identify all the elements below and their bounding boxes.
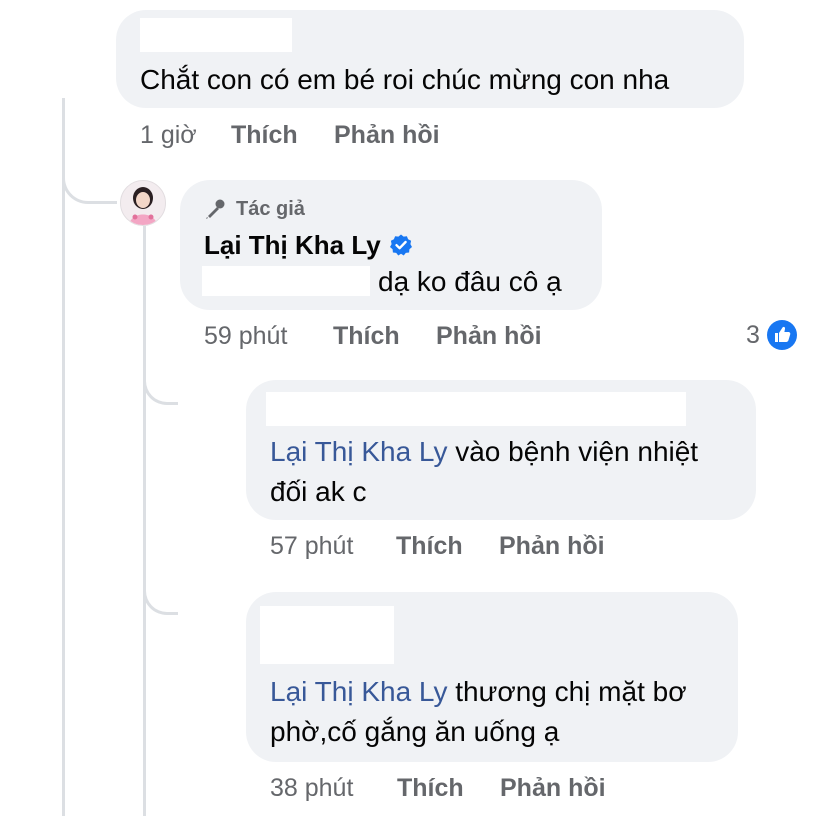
reply-bubble[interactable]: Lại Thị Kha Ly thương chị mặt bơ phờ,cố … <box>246 592 738 762</box>
redacted-mention <box>202 266 370 296</box>
author-name[interactable]: Lại Thị Kha Ly <box>204 229 381 261</box>
avatar[interactable] <box>120 180 166 226</box>
microphone-icon <box>206 199 225 219</box>
reply-reply-button[interactable]: Phản hồi <box>500 773 606 803</box>
reply-text-line-1: Lại Thị Kha Ly vào bệnh viện nhiệt <box>270 432 698 472</box>
reply-text: vào bệnh viện nhiệt <box>447 436 699 467</box>
verified-badge-icon <box>389 234 412 256</box>
author-badge: Tác giả <box>204 196 305 222</box>
avatar-image <box>121 181 165 225</box>
author-reply-bubble[interactable]: Tác giả Lại Thị Kha Ly dạ ko đâu cô ạ <box>180 180 602 310</box>
like-button[interactable]: Thích <box>231 120 298 150</box>
reply-like-button[interactable]: Thích <box>396 531 463 561</box>
reaction-summary[interactable]: 3 <box>746 318 798 352</box>
reply-like-button[interactable]: Thích <box>397 773 464 803</box>
reply-time[interactable]: 57 phút <box>270 531 353 561</box>
reply-text-line-1: Lại Thị Kha Ly thương chị mặt bơ <box>270 672 687 712</box>
author-reply-time[interactable]: 59 phút <box>204 321 287 351</box>
author-badge-label: Tác giả <box>236 198 305 220</box>
thread-connector-author <box>62 165 117 204</box>
author-reply-like-button[interactable]: Thích <box>333 321 400 351</box>
redacted-commenter-name <box>266 392 686 426</box>
mention-link[interactable]: Lại Thị Kha Ly <box>270 676 447 707</box>
reply-time[interactable]: 38 phút <box>270 773 353 803</box>
comment-bubble[interactable]: Chắt con có em bé roi chúc mừng con nha <box>116 10 744 108</box>
reply-text-line-2: đối ak c <box>270 476 367 507</box>
reply-text-line-2: phờ,cố gắng ăn uống ạ <box>270 716 560 747</box>
thread-connector-reply-1 <box>143 370 178 405</box>
author-name-row: Lại Thị Kha Ly <box>204 228 413 262</box>
comment-text: Chắt con có em bé roi chúc mừng con nha <box>140 64 670 95</box>
reaction-count: 3 <box>746 321 760 349</box>
comment-time[interactable]: 1 giờ <box>140 120 197 150</box>
author-reply-text: dạ ko đâu cô ạ <box>378 266 562 297</box>
author-reply-reply-button[interactable]: Phản hồi <box>436 321 542 351</box>
mention-link[interactable]: Lại Thị Kha Ly <box>270 436 447 467</box>
redacted-commenter-name <box>260 606 394 664</box>
like-thumb-icon <box>766 320 797 350</box>
thread-line-author <box>143 226 146 816</box>
reply-reply-button[interactable]: Phản hồi <box>499 531 605 561</box>
redacted-commenter-name <box>140 18 292 52</box>
reply-bubble[interactable]: Lại Thị Kha Ly vào bệnh viện nhiệt đối a… <box>246 380 756 520</box>
reply-text: thương chị mặt bơ <box>447 676 687 707</box>
reply-button[interactable]: Phản hồi <box>334 120 440 150</box>
thread-connector-reply-2 <box>143 580 178 615</box>
thread-line-main <box>62 98 65 816</box>
